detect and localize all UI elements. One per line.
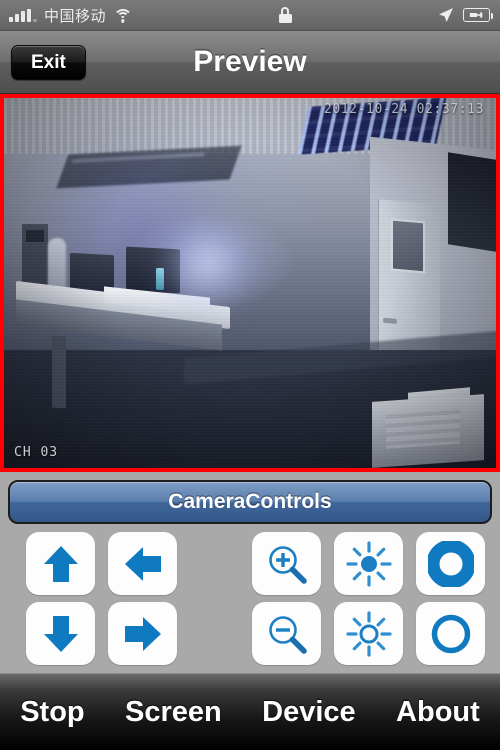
arrow-down-icon (43, 615, 78, 652)
sun-outline-icon (345, 610, 392, 657)
wifi-icon (113, 8, 133, 23)
status-bar-right (438, 7, 500, 23)
bottom-tab-bar: Stop Screen Device About (0, 673, 500, 750)
status-bar-left: 中国移动 (0, 5, 133, 26)
brightness-down-button[interactable] (334, 602, 403, 665)
app-root: 中国移动 Exit Preview 2012-10-24 02:37:13 CH… (0, 0, 500, 750)
ring-filled-icon (427, 540, 474, 587)
exit-button[interactable]: Exit (11, 44, 86, 80)
lock-icon (278, 7, 292, 23)
brightness-up-button[interactable] (334, 532, 403, 595)
plug-glyph-icon (469, 12, 482, 18)
scene-vignette (4, 98, 496, 468)
carrier-label: 中国移动 (44, 7, 107, 25)
zoom-in-button[interactable] (252, 532, 321, 595)
focus-far-button[interactable] (416, 602, 485, 665)
tab-device[interactable]: Device (258, 696, 360, 729)
video-stream: 2012-10-24 02:37:13 CH 03 (4, 98, 496, 468)
zoom-out-button[interactable] (252, 602, 321, 665)
location-arrow-icon (439, 8, 453, 22)
camera-controls-button[interactable]: CameraControls (8, 480, 492, 524)
pan-right-button[interactable] (108, 602, 177, 665)
tab-screen[interactable]: Screen (121, 696, 226, 729)
arrow-up-icon (43, 545, 78, 582)
status-bar-center (132, 7, 438, 23)
video-channel-label: CH 03 (14, 445, 59, 460)
magnifier-plus-icon (268, 545, 307, 584)
pan-up-button[interactable] (26, 532, 95, 595)
ring-outline-icon (431, 614, 470, 653)
video-timestamp: 2012-10-24 02:37:13 (323, 102, 484, 117)
video-preview-frame[interactable]: 2012-10-24 02:37:13 CH 03 (0, 94, 500, 472)
sun-filled-icon (345, 540, 392, 587)
tab-stop[interactable]: Stop (16, 696, 88, 729)
control-pad-grid (0, 530, 500, 672)
arrow-right-icon (124, 616, 161, 651)
pan-left-button[interactable] (108, 532, 177, 595)
navigation-bar: Exit Preview (0, 31, 500, 94)
tab-about[interactable]: About (392, 696, 484, 729)
status-bar: 中国移动 (0, 0, 500, 31)
arrow-left-icon (124, 546, 161, 581)
focus-near-button[interactable] (416, 532, 485, 595)
magnifier-minus-icon (268, 615, 307, 654)
pan-down-button[interactable] (26, 602, 95, 665)
battery-charging-icon (463, 8, 494, 22)
signal-bars-icon (9, 8, 37, 22)
